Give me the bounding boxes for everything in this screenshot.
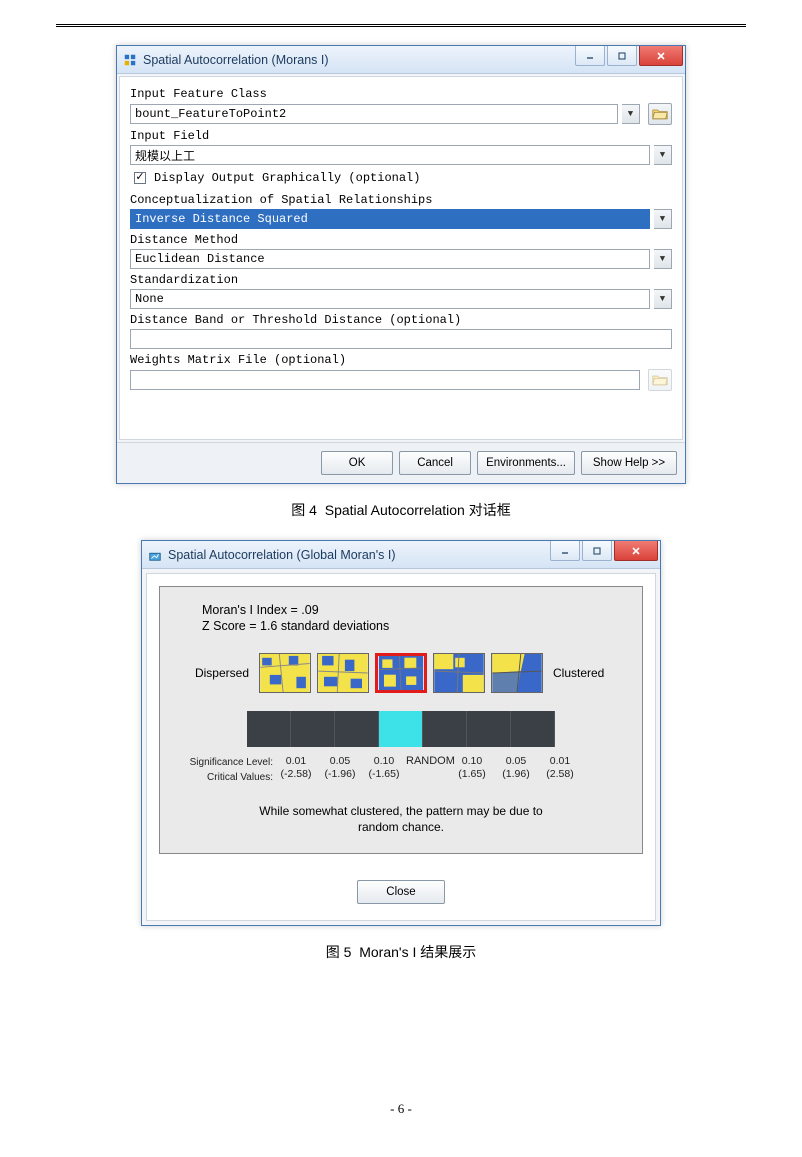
minimize-button[interactable] [575,46,605,66]
z-score: Z Score = 1.6 standard deviations [202,619,628,633]
sig-cell-0 [247,711,291,747]
sig-cell-1 [291,711,335,747]
label-distance-method: Distance Method [130,233,672,247]
dialog-button-bar: OK Cancel Environments... Show Help >> [117,442,685,483]
sig-cell-5 [467,711,511,747]
input-feature-class-value: bount_FeatureToPoint2 [135,107,286,121]
significance-row-headers: Significance Level: Critical Values: [174,755,274,785]
label-distance-band: Distance Band or Threshold Distance (opt… [130,313,672,327]
maximize-button-2[interactable] [582,541,612,561]
pattern-tiles-row: Dispersed [174,653,628,693]
app-icon-2 [148,548,162,562]
label-conceptualization: Conceptualization of Spatial Relationshi… [130,193,672,207]
page-number: - 6 - [0,1101,802,1117]
sig-col-6: 0.01(2.58) [538,755,582,781]
dialog-spatial-autocorrelation: Spatial Autocorrelation (Morans I) Input… [116,45,686,484]
significance-bar [174,711,628,747]
figure-2: Spatial Autocorrelation (Global Moran's … [56,540,746,926]
close-result-button[interactable]: Close [357,880,445,904]
header-rule [56,24,746,27]
sig-cell-6 [511,711,555,747]
caption-1-text: Spatial Autocorrelation 对话框 [325,502,511,518]
pattern-tile-1 [317,653,369,693]
distance-method-value: Euclidean Distance [135,252,265,266]
window-buttons [575,46,685,73]
dialog-body: Input Feature Class bount_FeatureToPoint… [119,76,683,440]
input-feature-class-dropdown[interactable]: ▼ [622,104,640,124]
label-input-feature-class: Input Feature Class [130,87,672,101]
environments-button[interactable]: Environments... [477,451,575,475]
figure-2-caption: 图 5 Moran's I 结果展示 [56,942,746,962]
sig-col-4: 0.10(1.65) [450,755,494,781]
input-feature-class-browse[interactable] [648,103,672,125]
distance-method-dropdown[interactable]: ▼ [654,249,672,269]
standardization-value: None [135,292,164,306]
pattern-tile-3 [433,653,485,693]
caption-2-prefix: 图 5 [326,944,352,960]
app-icon [123,53,137,67]
figure-1-caption: 图 4 Spatial Autocorrelation 对话框 [56,500,746,520]
weights-matrix-field[interactable] [130,370,640,390]
sig-col-5: 0.05(1.96) [494,755,538,781]
result-panel: Moran's I Index = .09 Z Score = 1.6 stan… [159,586,643,854]
sig-cell-2 [335,711,379,747]
conclusion-text: While somewhat clustered, the pattern ma… [174,803,628,835]
window-title: Spatial Autocorrelation (Morans I) [143,53,329,67]
dispersed-label: Dispersed [189,666,249,680]
input-field-field[interactable]: 规模以上工 [130,145,650,165]
caption-2-text: Moran's I 结果展示 [359,944,476,960]
input-field-value: 规模以上工 [135,147,195,164]
label-weights-matrix: Weights Matrix File (optional) [130,353,672,367]
conceptualization-dropdown[interactable]: ▼ [654,209,672,229]
maximize-button[interactable] [607,46,637,66]
window-title-2: Spatial Autocorrelation (Global Moran's … [168,548,396,562]
caption-1-prefix: 图 4 [291,502,317,518]
result-body: Moran's I Index = .09 Z Score = 1.6 stan… [146,573,656,921]
crit-values-label: Critical Values: [207,772,273,783]
show-help-button[interactable]: Show Help >> [581,451,677,475]
sig-col-2: 0.10(-1.65) [362,755,406,781]
sig-level-label: Significance Level: [190,757,273,768]
standardization-dropdown[interactable]: ▼ [654,289,672,309]
sig-cell-4 [423,711,467,747]
input-feature-class-field[interactable]: bount_FeatureToPoint2 [130,104,618,124]
distance-method-field[interactable]: Euclidean Distance [130,249,650,269]
dialog-global-morans-i: Spatial Autocorrelation (Global Moran's … [141,540,661,926]
close-button[interactable] [639,46,683,66]
minimize-button-2[interactable] [550,541,580,561]
close-button-2[interactable] [614,541,658,561]
sig-cell-center [379,711,423,747]
close-row: Close [147,866,655,920]
window-buttons-2 [550,541,660,568]
pattern-tile-2-highlighted [375,653,427,693]
clustered-label: Clustered [553,666,613,680]
sig-col-1: 0.05(-1.96) [318,755,362,781]
page-content: Spatial Autocorrelation (Morans I) Input… [0,45,802,962]
weights-matrix-browse[interactable] [648,369,672,391]
display-output-checkbox[interactable] [134,172,146,184]
distance-band-field[interactable] [130,329,672,349]
standardization-field[interactable]: None [130,289,650,309]
label-input-field: Input Field [130,129,672,143]
ok-button[interactable]: OK [321,451,393,475]
cancel-button[interactable]: Cancel [399,451,471,475]
significance-labels: Significance Level: Critical Values: 0.0… [174,755,628,785]
input-field-dropdown[interactable]: ▼ [654,145,672,165]
morans-index: Moran's I Index = .09 [202,603,628,617]
label-display-output: Display Output Graphically (optional) [154,171,420,185]
sig-col-0: 0.01(-2.58) [274,755,318,781]
titlebar[interactable]: Spatial Autocorrelation (Morans I) [117,46,685,74]
sig-col-center: RANDOM [406,755,450,769]
pattern-tile-0 [259,653,311,693]
figure-1: Spatial Autocorrelation (Morans I) Input… [56,45,746,484]
label-standardization: Standardization [130,273,672,287]
conceptualization-field[interactable]: Inverse Distance Squared [130,209,650,229]
pattern-tile-4 [491,653,543,693]
conceptualization-value: Inverse Distance Squared [135,212,308,226]
titlebar-2[interactable]: Spatial Autocorrelation (Global Moran's … [142,541,660,569]
